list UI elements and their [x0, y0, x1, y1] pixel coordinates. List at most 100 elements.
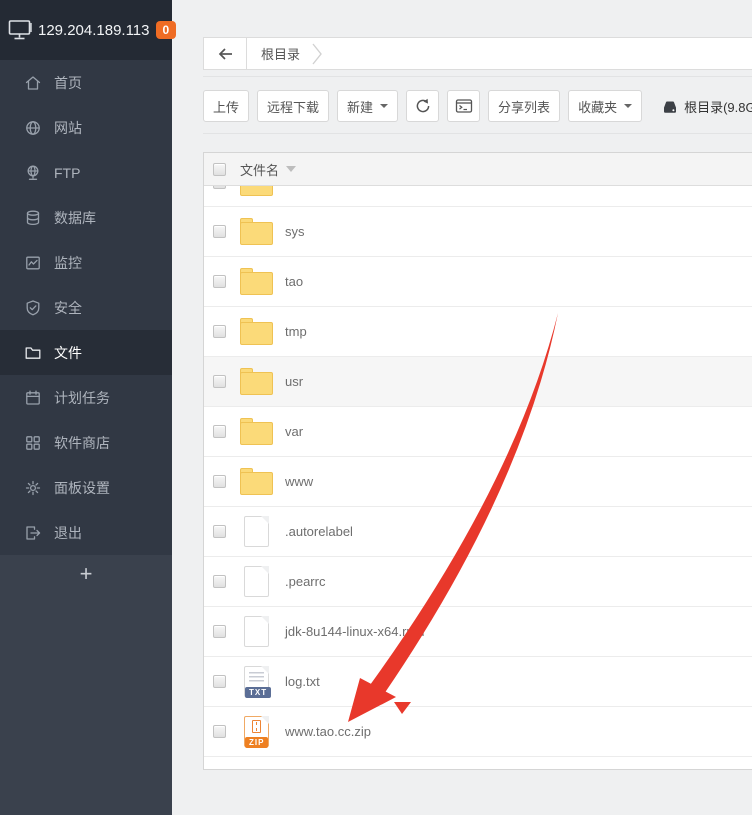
files-icon — [24, 344, 42, 362]
sidebar-item-label: FTP — [54, 165, 80, 181]
refresh-button[interactable] — [406, 90, 439, 122]
file-name[interactable]: jdk-8u144-linux-x64.rpm — [285, 624, 424, 639]
row-checkbox[interactable] — [213, 625, 226, 638]
sidebar-item-首页[interactable]: 首页 — [0, 60, 172, 105]
message-count-badge[interactable]: 0 — [156, 21, 177, 39]
table-row[interactable]: tmp — [204, 307, 752, 357]
table-row[interactable]: .pearrc — [204, 557, 752, 607]
file-icon — [244, 516, 269, 547]
row-checkbox[interactable] — [213, 186, 226, 189]
favorites-dropdown-button[interactable]: 收藏夹 — [568, 90, 642, 122]
ftp-icon — [24, 164, 42, 182]
sidebar-item-监控[interactable]: 监控 — [0, 240, 172, 285]
folder-icon — [240, 418, 273, 445]
settings-icon — [24, 479, 42, 497]
server-ip[interactable]: 129.204.189.113 — [38, 22, 150, 39]
filename-column-header[interactable]: 文件名 — [240, 160, 296, 179]
sidebar-item-面板设置[interactable]: 面板设置 — [0, 465, 172, 510]
table-row[interactable]: TXT log.txt — [204, 657, 752, 707]
table-row[interactable]: sys — [204, 207, 752, 257]
row-checkbox[interactable] — [213, 725, 226, 738]
table-row[interactable]: www — [204, 457, 752, 507]
upload-button[interactable]: 上传 — [203, 90, 249, 122]
row-checkbox[interactable] — [213, 475, 226, 488]
file-type-icon — [240, 365, 273, 398]
table-row[interactable]: tao — [204, 257, 752, 307]
file-name[interactable]: .autorelabel — [285, 524, 353, 539]
folder-icon — [240, 186, 273, 196]
file-name[interactable]: tao — [285, 274, 303, 289]
folder-icon — [240, 218, 273, 245]
table-row[interactable]: var — [204, 407, 752, 457]
toolbar: 上传 远程下载 新建 — [203, 90, 752, 122]
file-type-icon — [240, 265, 273, 298]
sidebar-item-网站[interactable]: 网站 — [0, 105, 172, 150]
txt-badge: TXT — [245, 687, 271, 698]
sidebar-item-安全[interactable]: 安全 — [0, 285, 172, 330]
breadcrumb-root-dir[interactable]: 根目录 — [261, 44, 300, 63]
row-checkbox[interactable] — [213, 275, 226, 288]
row-checkbox[interactable] — [213, 675, 226, 688]
file-table: 文件名 sys tao tmp usr var ww — [203, 152, 752, 770]
remote-download-button-label: 远程下载 — [267, 97, 319, 116]
file-name[interactable]: usr — [285, 374, 303, 389]
sidebar-item-label: 软件商店 — [54, 433, 110, 453]
table-row[interactable]: ZIP www.tao.cc.zip — [204, 707, 752, 757]
breadcrumb-chevron-icon — [312, 42, 323, 66]
sidebar-item-label: 安全 — [54, 298, 82, 318]
table-row[interactable]: jdk-8u144-linux-x64.rpm — [204, 607, 752, 657]
file-name[interactable]: sys — [285, 224, 305, 239]
table-row[interactable] — [204, 186, 752, 207]
website-icon — [24, 119, 42, 137]
file-type-icon — [240, 415, 273, 448]
filename-column-label: 文件名 — [240, 160, 279, 179]
file-name[interactable]: tmp — [285, 324, 307, 339]
hard-disk-icon — [662, 99, 678, 114]
sidebar-item-文件[interactable]: 文件 — [0, 330, 172, 375]
row-checkbox[interactable] — [213, 225, 226, 238]
file-name[interactable]: www.tao.cc.zip — [285, 724, 371, 739]
file-icon — [244, 616, 269, 647]
divider — [203, 76, 752, 77]
select-all-checkbox[interactable] — [213, 163, 226, 176]
sidebar-item-退出[interactable]: 退出 — [0, 510, 172, 555]
sidebar-item-计划任务[interactable]: 计划任务 — [0, 375, 172, 420]
home-icon — [24, 74, 42, 92]
file-icon — [244, 566, 269, 597]
file-table-body: sys tao tmp usr var www .autorelabel .pe… — [204, 186, 752, 757]
table-row[interactable]: usr — [204, 357, 752, 407]
file-type-icon — [240, 565, 273, 598]
row-checkbox[interactable] — [213, 575, 226, 588]
file-name[interactable]: www — [285, 474, 313, 489]
sidebar-item-数据库[interactable]: 数据库 — [0, 195, 172, 240]
page: 129.204.189.113 0 首页网站 FTP 数据库监控安全文件计划任务软件… — [0, 0, 752, 815]
new-button-label: 新建 — [347, 97, 373, 116]
row-checkbox[interactable] — [213, 325, 226, 338]
remote-download-button[interactable]: 远程下载 — [257, 90, 329, 122]
sidebar-add-button[interactable]: + — [80, 562, 93, 586]
terminal-button[interactable] — [447, 90, 480, 122]
row-checkbox[interactable] — [213, 525, 226, 538]
sidebar-item-label: 监控 — [54, 253, 82, 273]
new-dropdown-button[interactable]: 新建 — [337, 90, 398, 122]
file-name[interactable]: .pearrc — [285, 574, 325, 589]
root-disk-info[interactable]: 根目录(9.8G) — [662, 97, 752, 116]
row-checkbox[interactable] — [213, 425, 226, 438]
txt-file-icon: TXT — [244, 666, 269, 697]
file-name[interactable]: var — [285, 424, 303, 439]
sidebar-item-软件商店[interactable]: 软件商店 — [0, 420, 172, 465]
back-button[interactable] — [204, 38, 247, 69]
sidebar-menu: 首页网站 FTP 数据库监控安全文件计划任务软件商店面板设置退出 — [0, 60, 172, 555]
share-list-button[interactable]: 分享列表 — [488, 90, 560, 122]
file-name[interactable]: log.txt — [285, 674, 320, 689]
file-type-icon — [240, 186, 273, 199]
share-list-button-label: 分享列表 — [498, 97, 550, 116]
table-row[interactable]: .autorelabel — [204, 507, 752, 557]
folder-icon — [240, 318, 273, 345]
file-type-icon — [240, 515, 273, 548]
zip-badge: ZIP — [245, 737, 268, 748]
chevron-down-icon — [380, 104, 388, 108]
table-row-partial[interactable] — [204, 186, 752, 207]
sidebar-item-FTP[interactable]: FTP — [0, 150, 172, 195]
row-checkbox[interactable] — [213, 375, 226, 388]
